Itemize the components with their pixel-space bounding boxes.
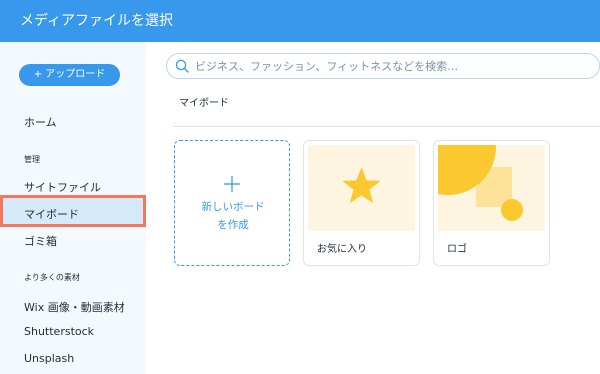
create-board-label-line1: 新しいボード — [201, 201, 265, 213]
search-input[interactable] — [195, 58, 595, 74]
shapes-icon — [438, 145, 523, 221]
star-icon — [342, 167, 381, 204]
upload-button[interactable]: + アップロード — [19, 64, 120, 86]
create-board-button[interactable]: 新しいボード を作成 — [174, 140, 290, 266]
sidebar-item-wix-media[interactable]: Wix 画像・動画素材 — [24, 299, 125, 315]
divider — [173, 126, 600, 127]
board-card-label: お気に入り — [317, 244, 367, 255]
sidebar-item-my-boards[interactable]: マイボード — [24, 206, 79, 222]
search-bar[interactable] — [166, 53, 600, 79]
board-thumbnail — [308, 145, 415, 231]
sidebar: + アップロード ホーム 管理 サイトファイル マイボード ゴミ箱 より多くの素… — [0, 42, 146, 374]
board-thumbnail — [438, 145, 545, 231]
sidebar-section-more: より多くの素材 — [24, 273, 80, 282]
page-title: マイボード — [179, 98, 229, 109]
sidebar-item-home[interactable]: ホーム — [24, 114, 57, 130]
window-title-bar: メディアファイルを選択 — [0, 0, 600, 42]
board-card-label: ロゴ — [447, 244, 467, 255]
board-card-logo[interactable]: ロゴ — [433, 140, 550, 266]
search-icon — [175, 59, 189, 73]
sidebar-item-unsplash[interactable]: Unsplash — [24, 352, 74, 365]
window-title: メディアファイルを選択 — [20, 13, 174, 29]
sidebar-item-shutterstock[interactable]: Shutterstock — [24, 325, 94, 338]
create-board-label-line2: を作成 — [217, 219, 249, 231]
create-board-label: 新しいボード を作成 — [175, 198, 291, 234]
plus-icon — [224, 176, 240, 192]
sidebar-item-site-files[interactable]: サイトファイル — [24, 179, 101, 195]
sidebar-section-manage: 管理 — [24, 155, 40, 164]
main-panel: マイボード 新しいボード を作成 お気に入り ロゴ — [146, 42, 600, 374]
sidebar-item-trash[interactable]: ゴミ箱 — [24, 233, 57, 249]
board-card-favorites[interactable]: お気に入り — [303, 140, 420, 266]
